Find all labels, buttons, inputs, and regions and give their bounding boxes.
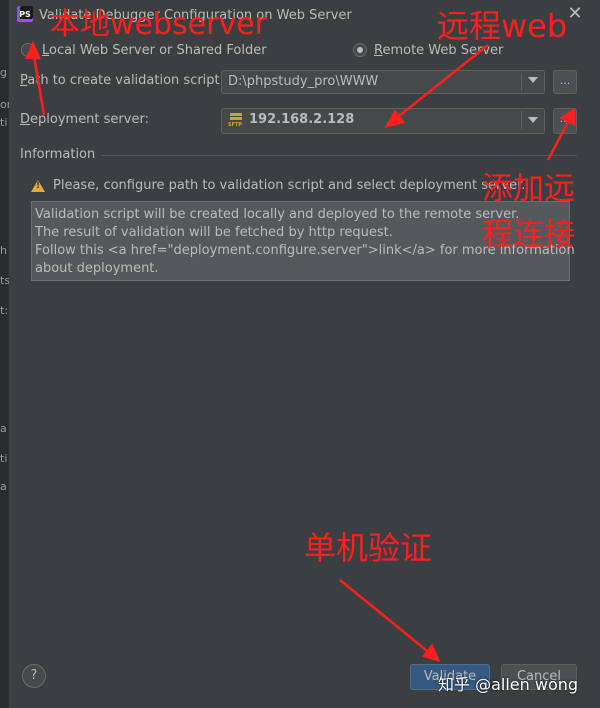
warning-text: Please, configure path to validation scr… xyxy=(53,178,526,193)
warning-icon xyxy=(31,179,45,192)
deployment-add-server-button[interactable]: ... xyxy=(553,108,577,134)
radio-unchecked-icon[interactable] xyxy=(21,43,35,57)
path-value: D:\phpstudy_pro\WWW xyxy=(228,74,379,89)
deployment-server-value: 192.168.2.128 xyxy=(249,112,355,127)
validate-debugger-dialog: PS Validate Debugger Configuration on We… xyxy=(9,0,600,708)
strip-fragment: a xyxy=(0,422,7,435)
path-combo[interactable]: D:\phpstudy_pro\WWW xyxy=(221,70,545,94)
combo-divider xyxy=(521,111,522,129)
annotation-remote: 远程web xyxy=(437,7,568,45)
description-line: about deployment. xyxy=(35,261,159,276)
close-icon[interactable]: ✕ xyxy=(566,4,584,24)
strip-fragment: a xyxy=(0,480,7,493)
phpstorm-app-icon: PS xyxy=(17,6,33,22)
radio-checked-icon[interactable] xyxy=(353,43,367,57)
information-section-title: Information xyxy=(20,147,96,162)
combo-divider xyxy=(521,73,522,91)
path-label: Path to create validation script: xyxy=(20,73,225,88)
strip-fragment: ti xyxy=(0,452,8,465)
radio-local-label: Local Web Server or Shared Folder xyxy=(42,42,267,58)
sftp-server-icon: SFTP xyxy=(228,112,244,128)
annotation-local: 本地webserver xyxy=(50,7,268,42)
watermark: 知乎 @allen wong xyxy=(438,675,579,694)
annotation-validate: 单机验证 xyxy=(304,529,433,567)
strip-fragment: g xyxy=(0,66,7,79)
deployment-server-combo[interactable]: SFTP 192.168.2.128 xyxy=(221,108,545,134)
radio-local-web-server[interactable]: Local Web Server or Shared Folder xyxy=(21,40,267,60)
strip-fragment: ti xyxy=(0,116,8,129)
deployment-server-label: Deployment server: xyxy=(20,112,149,127)
section-divider xyxy=(101,155,577,156)
warning-message: Please, configure path to validation scr… xyxy=(31,178,525,193)
strip-fragment: t: xyxy=(0,304,9,317)
annotation-add-line2: 程连接 xyxy=(482,217,575,253)
strip-fragment: h xyxy=(0,244,7,257)
path-browse-button[interactable]: ... xyxy=(553,70,577,94)
annotation-add-line1: 添加远 xyxy=(482,171,575,207)
chevron-down-icon[interactable] xyxy=(528,77,538,83)
chevron-down-icon[interactable] xyxy=(528,117,538,123)
help-button[interactable]: ? xyxy=(22,664,46,688)
background-ide-strip: g or ti h ts t: a ti a xyxy=(0,0,11,708)
